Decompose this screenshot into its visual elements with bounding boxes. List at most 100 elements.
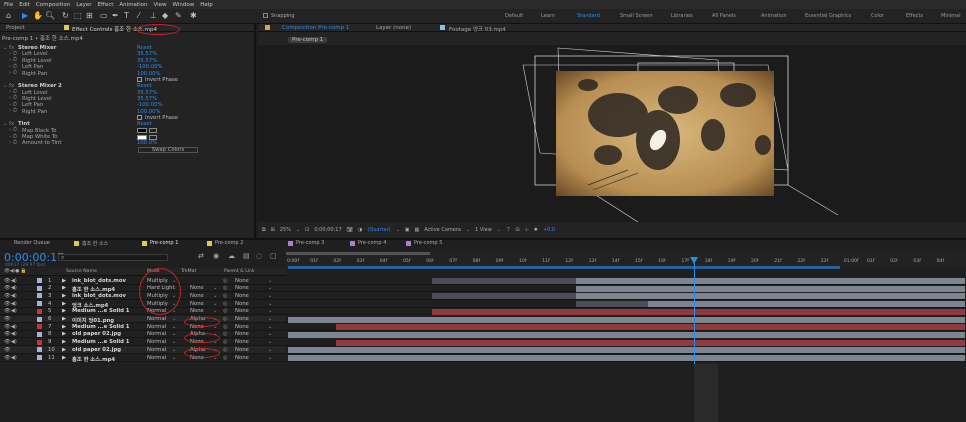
effect-property[interactable]: › ⏱ Left Level 35.57%	[0, 89, 254, 96]
layer-row[interactable]: 👁︎◀) 11 ▶ 홈조 한 소스.mp4 Normal ⌄ None ⌄ ◎ None ⌄	[0, 354, 286, 363]
workspace-learn[interactable]: Learn	[541, 13, 555, 19]
home-icon[interactable]: ⌂	[6, 11, 11, 21]
layer-track[interactable]	[286, 285, 966, 293]
parent-dropdown[interactable]: None	[235, 316, 249, 322]
visibility-icon[interactable]: 👁︎	[4, 316, 11, 322]
exposure-value[interactable]: +0.0	[543, 227, 555, 233]
layer-track[interactable]	[286, 339, 966, 347]
pickwhip-icon[interactable]: ◎	[223, 347, 228, 353]
parent-dropdown[interactable]: None	[235, 308, 249, 314]
menu-item-layer[interactable]: Layer	[76, 2, 91, 8]
layer-duration-bar[interactable]	[576, 285, 965, 292]
frame-icon[interactable]: ⊟	[515, 227, 519, 233]
trkmat-dropdown[interactable]: None	[190, 293, 204, 299]
tab-pre-comp-4[interactable]: Pre-comp 4	[350, 240, 386, 246]
selection-tool-icon[interactable]: ▶	[22, 11, 28, 21]
effect-header[interactable]: ⌄ fx Stereo Mixer 2 Reset	[0, 83, 254, 89]
layer-search-input[interactable]	[58, 254, 168, 261]
tab-layer[interactable]: Layer (none)	[376, 25, 411, 31]
trkmat-header[interactable]: TrkMat	[181, 269, 196, 274]
source-name-header[interactable]: Source Name	[66, 269, 97, 274]
pan-behind-icon[interactable]: ⊞	[86, 11, 93, 21]
property-value[interactable]: Reset	[137, 83, 152, 89]
effect-property[interactable]: › ⏱ Map White To	[0, 134, 254, 140]
visibility-icon[interactable]: 👁︎◀)	[4, 331, 17, 337]
layer-track[interactable]	[286, 292, 966, 300]
layer-row[interactable]: 👁︎◀) 9 ▶ Medium ...e Solid 1 Normal ⌄ None ⌄ ◎ No…	[0, 338, 286, 347]
layer-name[interactable]: old paper 02.jpg	[72, 331, 121, 337]
swap-colors-button[interactable]: Swap Colors	[138, 146, 198, 153]
effect-property[interactable]: › ⏱ Left Pan -100.00%	[0, 64, 254, 71]
blend-mode-dropdown[interactable]: Normal	[147, 316, 166, 322]
pickwhip-icon[interactable]: ◎	[223, 316, 228, 322]
pickwhip-icon[interactable]: ◎	[223, 285, 228, 291]
effect-property[interactable]: › ⏱ Map Black To	[0, 127, 254, 134]
layer-row[interactable]: 👁︎◀) 8 ▶ old paper 02.jpg Normal ⌄ Alpha ⌄ ◎ None…	[0, 330, 286, 339]
comp-flow-icon[interactable]: ⇄	[198, 252, 204, 260]
eyedropper-icon[interactable]	[149, 128, 157, 134]
brush-tool-icon[interactable]: ⁄	[138, 11, 139, 21]
layer-track[interactable]	[286, 300, 966, 308]
visibility-icon[interactable]: 👁︎◀)	[4, 301, 17, 307]
type-tool-icon[interactable]: T	[124, 11, 129, 21]
property-value[interactable]: 100.00%	[137, 71, 161, 77]
visibility-icon[interactable]: 👁︎◀)	[4, 278, 17, 284]
layer-row[interactable]: 👁︎◀) 7 ▶ Medium ...e Solid 1 Normal ⌄ None ⌄ ◎ No…	[0, 323, 286, 331]
layer-track[interactable]	[286, 354, 966, 362]
effect-property[interactable]: Swap Colors	[0, 146, 254, 153]
motion-blur-icon[interactable]: ◌	[256, 252, 262, 260]
frame-blend-icon[interactable]: ▤	[243, 252, 250, 260]
pickwhip-icon[interactable]: ◎	[223, 355, 228, 361]
workspace-libraries[interactable]: Libraries	[671, 13, 693, 19]
effect-property[interactable]: › ⏱ Amount to Tint 100.0%	[0, 140, 254, 147]
label-color-swatch[interactable]	[37, 285, 42, 291]
blend-mode-dropdown[interactable]: Normal	[147, 331, 166, 337]
layer-name[interactable]: Medium ...e Solid 1	[72, 308, 130, 314]
pickwhip-icon[interactable]: ◎	[223, 339, 228, 345]
layer-duration-bar[interactable]	[288, 355, 965, 361]
visibility-icon[interactable]: 👁︎◀)	[4, 308, 17, 314]
parent-dropdown[interactable]: None	[235, 347, 249, 353]
tab-pre-comp-2[interactable]: Pre-comp 2	[207, 240, 243, 246]
effect-property[interactable]: › ⏱ Left Pan -100.00%	[0, 102, 254, 109]
workspace-essential-graphics[interactable]: Essential Graphics	[805, 13, 851, 19]
tab-render-queue[interactable]: Render Queue	[14, 240, 50, 246]
effect-property[interactable]: › ⏱ Right Pan 100.00%	[0, 108, 254, 115]
menu-item-view[interactable]: View	[153, 2, 166, 8]
layer-duration-bar[interactable]	[288, 331, 965, 338]
snapshot-icon[interactable]: 📷︎	[347, 227, 353, 233]
layer-track[interactable]	[286, 308, 966, 316]
view-layout-dropdown[interactable]: 1 View	[475, 227, 492, 233]
property-value[interactable]: Reset	[137, 45, 152, 51]
tab-composition[interactable]: Composition Pre-comp 1	[282, 25, 349, 31]
parent-dropdown[interactable]: None	[235, 355, 249, 361]
visibility-icon[interactable]: 👁︎◀)	[4, 339, 17, 345]
property-value[interactable]: -100.00%	[137, 64, 162, 70]
blend-mode-dropdown[interactable]: Normal	[147, 355, 166, 361]
layer-name[interactable]: Medium ...e Solid 1	[72, 324, 130, 330]
eraser-tool-icon[interactable]: ◆	[162, 11, 168, 21]
stamp-tool-icon[interactable]: ⊥	[150, 11, 157, 21]
label-color-swatch[interactable]	[37, 347, 42, 353]
camera-tool-icon[interactable]: ⬚	[74, 11, 82, 21]
blend-mode-dropdown[interactable]: Normal	[147, 324, 166, 330]
camera-dropdown[interactable]: Active Camera	[424, 227, 461, 233]
workspace-default[interactable]: Default	[505, 13, 523, 19]
effect-property[interactable]: Invert Phase	[0, 115, 254, 121]
workspace-animation[interactable]: Animation	[761, 13, 787, 19]
resolution-dropdown[interactable]: (Quarter)	[367, 227, 390, 233]
layer-duration-bar[interactable]	[432, 308, 965, 315]
transparency-icon[interactable]: ▦	[415, 227, 420, 233]
menu-item-effect[interactable]: Effect	[98, 2, 114, 8]
workspace-standard[interactable]: Standard	[577, 13, 600, 19]
label-color-swatch[interactable]	[37, 339, 42, 345]
toggle-mask-icon[interactable]: ⧉	[262, 227, 266, 233]
parent-dropdown[interactable]: None	[235, 324, 249, 330]
grid-icon[interactable]: ⊞	[271, 227, 275, 233]
menu-item-edit[interactable]: Edit	[19, 2, 30, 8]
tab-footage[interactable]: Footage 엉크 03.mp4	[449, 25, 506, 33]
layer-duration-bar[interactable]	[648, 301, 965, 308]
label-color-swatch[interactable]	[37, 278, 42, 283]
roi-icon[interactable]: ▣	[405, 227, 410, 233]
visibility-icon[interactable]: 👁︎◀)	[4, 293, 17, 299]
